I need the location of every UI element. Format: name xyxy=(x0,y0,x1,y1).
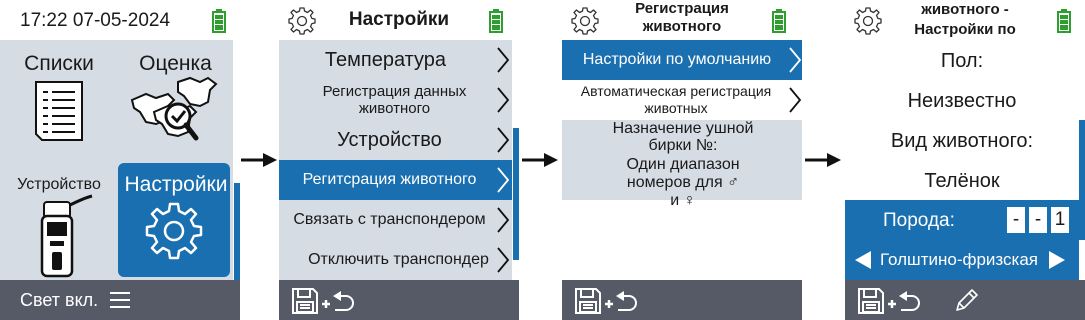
chevron-right-icon xyxy=(497,247,510,273)
breed-panel[interactable]: Порода: - - 1 Голштино-фризская xyxy=(845,200,1079,280)
triangle-right-icon[interactable] xyxy=(1049,251,1065,269)
page-title: Настройки xyxy=(348,9,450,30)
cow-inspect-icon xyxy=(130,76,218,141)
menu-item-device[interactable]: Устройство xyxy=(279,120,512,160)
menu-item-label: Настройки по умолчанию xyxy=(582,51,772,68)
pencil-edit-icon[interactable] xyxy=(953,288,979,314)
menu-list: Температура Регистрация данных животного… xyxy=(279,40,512,280)
ear-tag-info-title: Назначение ушной бирки №: xyxy=(612,120,754,154)
tile-settings-label: Настройки xyxy=(124,173,228,196)
settings-gear-icon xyxy=(854,7,882,35)
chevron-right-icon xyxy=(497,47,510,73)
menu-item-link-transponder[interactable]: Связать с транспондером xyxy=(279,200,512,240)
chevron-right-icon xyxy=(497,127,510,153)
ear-tag-info-panel: Назначение ушной бирки №: Один диапазон … xyxy=(562,120,802,209)
title-bar: Настройки xyxy=(279,0,519,40)
menu-item-label: Связать с транспондером xyxy=(293,211,486,228)
chevron-right-icon xyxy=(789,47,802,73)
sex-value[interactable]: Неизвестно xyxy=(845,90,1079,113)
tile-device[interactable]: Устройство xyxy=(0,160,118,280)
animal-type-value[interactable]: Телёнок xyxy=(845,170,1079,193)
chevron-right-icon xyxy=(497,167,510,193)
document-list-icon xyxy=(35,81,83,141)
sex-label: Пол: xyxy=(940,50,984,72)
reader-device-icon xyxy=(40,194,93,278)
breed-digit[interactable]: 1 xyxy=(1051,207,1069,233)
page-title: животного - Настройки по xyxy=(914,1,1016,38)
menu-item-label: Регистрация данных животного xyxy=(322,83,467,117)
menu-list: Настройки по умолчанию Автоматическая ре… xyxy=(562,40,802,280)
menu-item-animal-data[interactable]: Регистрация данных животного xyxy=(279,80,512,120)
datetime: 17:22 07-05-2024 xyxy=(20,10,171,31)
battery-icon xyxy=(1057,9,1071,33)
menu-item-animal-registration[interactable]: Регитсрация животного xyxy=(279,160,512,200)
tile-device-label: Устройство xyxy=(17,176,101,193)
footer-bar xyxy=(562,280,802,320)
scrollbar[interactable] xyxy=(513,128,519,260)
tile-evaluation[interactable]: Оценка xyxy=(118,40,233,160)
battery-icon xyxy=(212,9,226,33)
ear-tag-info-value: Один диапазон номеров для ♂ и ♀ xyxy=(626,156,740,209)
footer-bar xyxy=(279,280,519,320)
screen-animal-registration: Регистрация животного Настройки по умолч… xyxy=(562,0,802,320)
save-back-icon[interactable] xyxy=(574,286,638,316)
flow-arrow-icon xyxy=(241,153,277,167)
animal-type-label: Вид животного: xyxy=(890,130,1034,152)
menu-item-label: Автоматическая регистрация животных xyxy=(580,83,772,116)
settings-gear-icon xyxy=(571,7,599,35)
light-status: Свет вкл. xyxy=(20,290,99,310)
flow-arrow-icon xyxy=(805,153,841,167)
screen-settings: Настройки Температура Регистрация данных… xyxy=(279,0,519,320)
menu-item-label: Отключить транспондер xyxy=(308,251,489,268)
chevron-right-icon xyxy=(497,87,510,113)
title-bar: Регистрация животного xyxy=(562,0,802,40)
battery-icon xyxy=(772,9,786,33)
menu-icon[interactable] xyxy=(110,291,130,309)
scrollbar[interactable] xyxy=(234,183,240,280)
footer-bar xyxy=(845,280,1085,320)
menu-item-default-settings[interactable]: Настройки по умолчанию xyxy=(562,40,802,80)
settings-gear-icon xyxy=(288,7,316,35)
breed-value: Голштино-фризская xyxy=(879,250,1038,269)
breed-digit[interactable]: - xyxy=(1029,207,1047,233)
battery-icon xyxy=(489,9,503,33)
breed-digit[interactable]: - xyxy=(1007,207,1025,233)
status-bar: 17:22 07-05-2024 xyxy=(0,0,240,40)
gear-icon xyxy=(145,202,203,260)
menu-item-label: Регитсрация животного xyxy=(302,171,477,188)
triangle-left-icon[interactable] xyxy=(855,251,871,269)
breed-label: Порода: xyxy=(883,210,955,231)
screen-main-menu: 17:22 07-05-2024 Списки Оценка Устройств… xyxy=(0,0,240,320)
menu-item-label: Устройство xyxy=(337,128,442,151)
tile-lists-label: Списки xyxy=(24,52,94,75)
flow-arrow-icon xyxy=(522,153,558,167)
footer-bar: Свет вкл. xyxy=(0,280,240,320)
menu-item-label: Температура xyxy=(324,48,447,71)
tile-evaluation-label: Оценка xyxy=(139,52,212,75)
chevron-right-icon xyxy=(789,87,802,113)
title-bar: животного - Настройки по xyxy=(845,0,1085,40)
scrollbar[interactable] xyxy=(1079,120,1085,240)
chevron-right-icon xyxy=(497,207,510,233)
menu-item-temperature[interactable]: Температура xyxy=(279,40,512,80)
tile-settings[interactable]: Настройки xyxy=(118,163,230,277)
save-back-icon[interactable] xyxy=(857,286,921,316)
screen-default-settings: животного - Настройки по Пол: Неизвестно… xyxy=(845,0,1085,320)
save-back-icon[interactable] xyxy=(291,286,355,316)
menu-item-auto-registration[interactable]: Автоматическая регистрация животных xyxy=(562,80,802,120)
menu-item-disconnect-transponder[interactable]: Отключить транспондер xyxy=(279,240,512,280)
tile-lists[interactable]: Списки xyxy=(0,40,118,160)
page-title: Регистрация животного xyxy=(635,0,729,35)
